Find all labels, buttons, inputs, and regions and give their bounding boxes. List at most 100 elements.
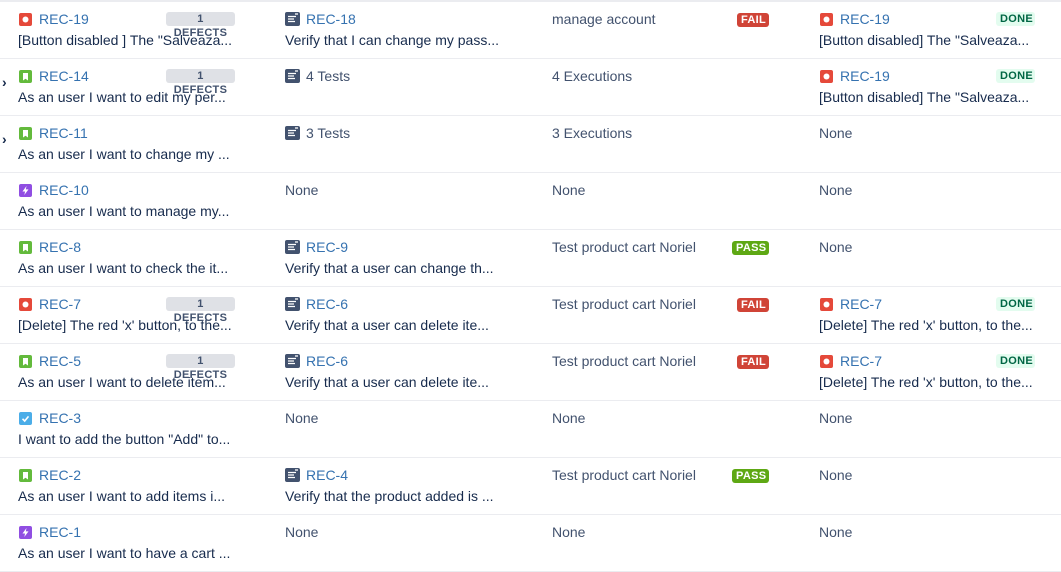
table-row: REC-10 As an user I want to manage my... N… [0, 173, 1061, 230]
execution-text: None [552, 182, 586, 198]
execution-text[interactable]: Test product cart Noriel [552, 467, 696, 483]
table-row: › REC-11 As an user I want to change my ..… [0, 116, 1061, 173]
defect-key-link[interactable]: REC-7 [840, 353, 882, 369]
test-icon [285, 240, 300, 254]
execution-status-badge: FAIL [737, 298, 769, 312]
requirement-key-link[interactable]: REC-1 [39, 524, 81, 540]
epic-icon [19, 526, 32, 539]
story-icon [19, 127, 32, 140]
expand-row-chevron-icon[interactable]: › [2, 75, 12, 89]
requirement-summary: I want to add the button "Add" to... [18, 431, 231, 447]
test-summary: Verify that a user can delete ite... [285, 374, 489, 390]
bug-icon [820, 13, 833, 26]
defects-count-badge: 1 DEFECTS [166, 12, 235, 39]
defect-status-badge: DONE [996, 12, 1035, 26]
test-summary: Verify that a user can change th... [285, 260, 494, 276]
requirement-summary: As an user I want to check the it... [18, 260, 229, 276]
defect-key-link[interactable]: REC-7 [840, 296, 882, 312]
epic-icon [19, 184, 32, 197]
test-icon [285, 468, 300, 482]
story-icon [19, 241, 32, 254]
defect-summary: [Button disabled] The "Salveaza... [819, 89, 1030, 105]
test-key-link[interactable]: REC-4 [306, 467, 348, 483]
defects-none-text: None [819, 467, 853, 483]
test-icon [285, 12, 300, 26]
defects-none-text: None [819, 182, 853, 198]
requirement-key-link[interactable]: REC-19 [39, 11, 89, 27]
defects-count-badge: 1 DEFECTS [166, 297, 235, 324]
bug-icon [820, 70, 833, 83]
requirement-key-link[interactable]: REC-14 [39, 68, 89, 84]
execution-text: None [552, 524, 586, 540]
execution-text[interactable]: manage account [552, 11, 656, 27]
tests-count-link[interactable]: 4 Tests [306, 68, 350, 84]
table-row: › REC-14 As an user I want to edit my per.… [0, 59, 1061, 116]
tests-none-text: None [285, 524, 319, 540]
requirement-key-link[interactable]: REC-11 [39, 125, 88, 141]
tests-none-text: None [285, 182, 319, 198]
story-icon [19, 469, 32, 482]
requirement-key-link[interactable]: REC-7 [39, 296, 81, 312]
task-icon [19, 412, 32, 425]
table-row: REC-1 As an user I want to have a cart ..… [0, 515, 1061, 572]
test-icon [285, 297, 300, 311]
defects-none-text: None [819, 410, 853, 426]
execution-text: None [552, 410, 586, 426]
bug-icon [820, 355, 833, 368]
execution-text[interactable]: 4 Executions [552, 68, 632, 84]
defects-count-badge: 1 DEFECTS [166, 69, 235, 96]
defects-none-text: None [819, 524, 853, 540]
execution-status-badge: FAIL [737, 13, 769, 27]
test-icon [285, 354, 300, 368]
defect-status-badge: DONE [996, 297, 1035, 311]
requirement-summary: As an user I want to change my ... [18, 146, 230, 162]
table-row: REC-2 As an user I want to add items i...… [0, 458, 1061, 515]
test-key-link[interactable]: REC-6 [306, 353, 348, 369]
execution-status-badge: PASS [732, 241, 769, 255]
defect-summary: [Delete] The red 'x' button, to the... [819, 317, 1033, 333]
defect-status-badge: DONE [996, 354, 1035, 368]
test-key-link[interactable]: REC-18 [306, 11, 356, 27]
execution-text[interactable]: 3 Executions [552, 125, 632, 141]
table-row: REC-19 [Button disabled ] The "Salveaza..… [0, 2, 1061, 59]
test-summary: Verify that I can change my pass... [285, 32, 499, 48]
tests-count-link[interactable]: 3 Tests [306, 125, 350, 141]
requirement-summary: As an user I want to manage my... [18, 203, 230, 219]
defect-key-link[interactable]: REC-19 [840, 11, 890, 27]
bug-icon [19, 298, 32, 311]
test-icon [285, 69, 300, 83]
table-row: REC-3 I want to add the button "Add" to..… [0, 401, 1061, 458]
bug-icon [19, 13, 32, 26]
test-summary: Verify that the product added is ... [285, 488, 494, 504]
defects-none-text: None [819, 125, 853, 141]
execution-status-badge: PASS [732, 469, 769, 483]
execution-text[interactable]: Test product cart Noriel [552, 296, 696, 312]
defect-status-badge: DONE [996, 69, 1035, 83]
test-icon [285, 126, 300, 140]
bug-icon [820, 298, 833, 311]
test-key-link[interactable]: REC-9 [306, 239, 348, 255]
requirement-key-link[interactable]: REC-3 [39, 410, 81, 426]
table-row: REC-8 As an user I want to check the it..… [0, 230, 1061, 287]
expand-row-chevron-icon[interactable]: › [2, 132, 12, 146]
defects-none-text: None [819, 239, 853, 255]
requirement-key-link[interactable]: REC-2 [39, 467, 81, 483]
requirement-key-link[interactable]: REC-8 [39, 239, 81, 255]
tests-none-text: None [285, 410, 319, 426]
requirement-key-link[interactable]: REC-5 [39, 353, 81, 369]
requirement-key-link[interactable]: REC-10 [39, 182, 89, 198]
story-icon [19, 70, 32, 83]
execution-text[interactable]: Test product cart Noriel [552, 239, 696, 255]
test-key-link[interactable]: REC-6 [306, 296, 348, 312]
table-row: REC-7 [Delete] The red 'x' button, to the… [0, 287, 1061, 344]
test-summary: Verify that a user can delete ite... [285, 317, 489, 333]
defect-summary: [Delete] The red 'x' button, to the... [819, 374, 1033, 390]
execution-text[interactable]: Test product cart Noriel [552, 353, 696, 369]
defect-key-link[interactable]: REC-19 [840, 68, 890, 84]
story-icon [19, 355, 32, 368]
defect-summary: [Button disabled] The "Salveaza... [819, 32, 1030, 48]
requirement-summary: As an user I want to add items i... [18, 488, 225, 504]
table-row: REC-5 As an user I want to delete item...… [0, 344, 1061, 401]
traceability-table: REC-19 [Button disabled ] The "Salveaza..… [0, 2, 1061, 572]
defects-count-badge: 1 DEFECTS [166, 354, 235, 381]
